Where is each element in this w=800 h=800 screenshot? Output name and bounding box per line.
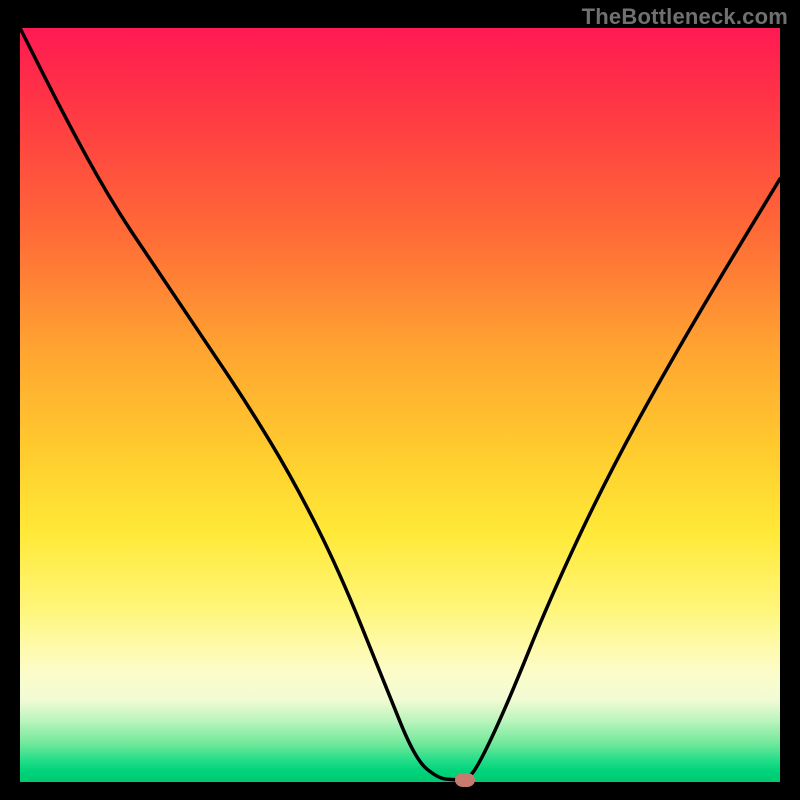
chart-frame: TheBottleneck.com [0, 0, 800, 800]
plot-area [20, 28, 780, 782]
bottleneck-curve [20, 28, 780, 782]
optimal-point-marker [455, 773, 475, 787]
watermark-text: TheBottleneck.com [582, 4, 788, 30]
